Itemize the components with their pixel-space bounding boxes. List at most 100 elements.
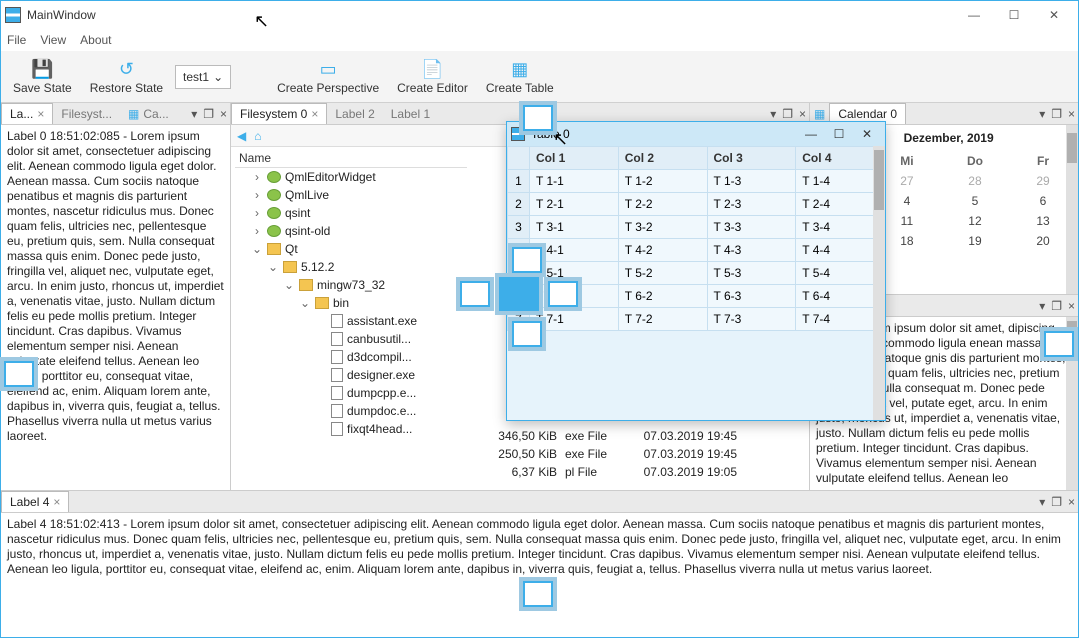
tree-label: qsint-old — [285, 224, 330, 238]
tree-row[interactable]: designer.exe — [235, 366, 467, 384]
minimize-button[interactable]: — — [954, 1, 994, 29]
tree-row[interactable]: canbusutil... — [235, 330, 467, 348]
proj-icon — [267, 189, 281, 201]
tree-label: fixqt4head... — [347, 422, 412, 436]
tab-label2[interactable]: Label 2 — [327, 104, 382, 124]
bottom-tabbar: Label 4× ▾ ❐ × — [1, 491, 1078, 513]
create-perspective-button[interactable]: ▭ Create Perspective — [271, 57, 385, 97]
menu-view[interactable]: View — [40, 33, 66, 47]
home-icon[interactable]: ⌂ — [254, 129, 261, 143]
chevron-down-icon: ⌄ — [213, 70, 223, 84]
create-table-button[interactable]: ▦ Create Table — [480, 57, 560, 97]
tree-row[interactable]: ⌄bin — [235, 294, 467, 312]
tab-close-icon[interactable]: × — [1065, 299, 1078, 313]
tree-row[interactable]: fixqt4head... — [235, 420, 467, 438]
tab-menu-icon[interactable]: ▾ — [1036, 107, 1048, 121]
label0-textview: Label 0 18:51:02:085 - Lorem ipsum dolor… — [1, 125, 230, 490]
tab-calendar[interactable]: ▦Ca... — [120, 104, 177, 124]
drop-target-right[interactable] — [548, 281, 578, 307]
tree-header-name: Name — [235, 149, 467, 168]
table-icon: ▦ — [509, 59, 531, 81]
tab-menu-icon[interactable]: ▾ — [767, 107, 779, 121]
tree-row[interactable]: dumpdoc.e... — [235, 402, 467, 420]
menubar: File View About — [1, 29, 1078, 51]
file-icon — [331, 332, 343, 346]
tab-restore-icon[interactable]: ❐ — [779, 107, 796, 121]
tab-label1[interactable]: Label 1 — [383, 104, 438, 124]
folder-icon — [315, 297, 329, 309]
proj-icon — [267, 207, 281, 219]
tree-row[interactable]: d3dcompil... — [235, 348, 467, 366]
window-titlebar: MainWindow — ☐ ✕ — [1, 1, 1078, 29]
drop-target-top[interactable] — [523, 105, 553, 131]
file-icon — [331, 386, 343, 400]
close-icon[interactable]: × — [37, 107, 44, 121]
restore-icon: ↺ — [115, 59, 137, 81]
drop-target-left[interactable] — [460, 281, 490, 307]
tab-restore-icon[interactable]: ❐ — [1048, 299, 1065, 313]
save-state-button[interactable]: 💾 Save State — [7, 57, 78, 97]
menu-file[interactable]: File — [7, 33, 26, 47]
calendar-icon: ▦ — [810, 107, 829, 121]
tree-row[interactable]: ›QmlEditorWidget — [235, 168, 467, 186]
menu-about[interactable]: About — [80, 33, 111, 47]
tab-menu-icon[interactable]: ▾ — [1036, 299, 1048, 313]
tab-restore-icon[interactable]: ❐ — [1048, 107, 1065, 121]
tree-label: Qt — [285, 242, 298, 256]
perspective-combo[interactable]: test1 ⌄ — [175, 65, 231, 89]
floating-table-window[interactable]: Table 0 — ☐ ✕ Col 1Col 2Col 3Col 41T 1-1… — [506, 121, 886, 421]
perspective-icon: ▭ — [317, 59, 339, 81]
tree-row[interactable]: dumpcpp.e... — [235, 384, 467, 402]
tab-restore-icon[interactable]: ❐ — [1048, 495, 1065, 509]
tree-row[interactable]: ⌄mingw73_32 — [235, 276, 467, 294]
tab-close-icon[interactable]: × — [1065, 495, 1078, 509]
scrollbar[interactable] — [873, 146, 885, 420]
drop-target-bottom[interactable] — [523, 581, 553, 607]
tab-close-icon[interactable]: × — [217, 107, 230, 121]
restore-state-button[interactable]: ↺ Restore State — [84, 57, 169, 97]
tree-label: QmlEditorWidget — [285, 170, 376, 184]
tab-menu-icon[interactable]: ▾ — [1036, 495, 1048, 509]
tree-label: dumpcpp.e... — [347, 386, 416, 400]
tab-label0[interactable]: La...× — [1, 103, 53, 124]
back-icon[interactable]: ◀ — [237, 129, 246, 143]
drop-target-far-right[interactable] — [1044, 331, 1074, 357]
tab-restore-icon[interactable]: ❐ — [200, 107, 217, 121]
tab-label4[interactable]: Label 4× — [1, 491, 69, 512]
tree-label: d3dcompil... — [347, 350, 412, 364]
filesystem-tree[interactable]: Name ›QmlEditorWidget›QmlLive›qsint›qsin… — [231, 147, 471, 490]
tree-row[interactable]: assistant.exe — [235, 312, 467, 330]
scrollbar[interactable] — [1066, 125, 1078, 294]
drop-target-far-left[interactable] — [4, 361, 34, 387]
drop-target-down[interactable] — [512, 321, 542, 347]
close-icon[interactable]: × — [53, 495, 60, 509]
folder-icon — [299, 279, 313, 291]
tree-row[interactable]: ⌄5.12.2 — [235, 258, 467, 276]
tree-row[interactable]: ›qsint — [235, 204, 467, 222]
float-minimize-button[interactable]: — — [797, 127, 825, 141]
tab-close-icon[interactable]: × — [796, 107, 809, 121]
drop-target-center[interactable] — [499, 277, 539, 311]
float-titlebar[interactable]: Table 0 — ☐ ✕ — [507, 122, 885, 146]
file-icon — [331, 368, 343, 382]
float-maximize-button[interactable]: ☐ — [825, 127, 853, 141]
file-icon — [331, 422, 343, 436]
tree-label: dumpdoc.e... — [347, 404, 416, 418]
tab-filesystem0[interactable]: Filesystem 0× — [231, 103, 327, 124]
create-editor-button[interactable]: 📄 Create Editor — [391, 57, 474, 97]
float-close-button[interactable]: ✕ — [853, 127, 881, 141]
tree-label: canbusutil... — [347, 332, 411, 346]
tab-filesystem[interactable]: Filesyst... — [53, 104, 120, 124]
tab-close-icon[interactable]: × — [1065, 107, 1078, 121]
app-icon — [5, 7, 21, 23]
folder-icon — [267, 243, 281, 255]
tab-menu-icon[interactable]: ▾ — [188, 107, 200, 121]
maximize-button[interactable]: ☐ — [994, 1, 1034, 29]
tree-row[interactable]: ⌄Qt — [235, 240, 467, 258]
proj-icon — [267, 225, 281, 237]
close-icon[interactable]: × — [311, 107, 318, 121]
close-button[interactable]: ✕ — [1034, 1, 1074, 29]
drop-target-up[interactable] — [512, 247, 542, 273]
tree-row[interactable]: ›qsint-old — [235, 222, 467, 240]
tree-row[interactable]: ›QmlLive — [235, 186, 467, 204]
